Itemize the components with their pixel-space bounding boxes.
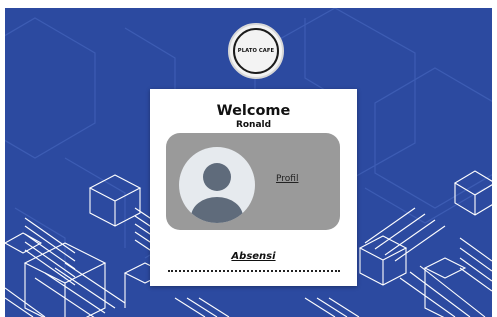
plato-cafe-logo: PLATO CAFE <box>228 23 284 79</box>
profile-panel: Profil <box>166 133 340 230</box>
logo-text: PLATO CAFE <box>233 28 279 74</box>
welcome-heading: Welcome <box>216 103 291 119</box>
user-avatar-icon <box>179 147 255 223</box>
dotted-divider <box>168 270 340 272</box>
absensi-link[interactable]: Absensi <box>150 251 357 262</box>
username-label: Ronald <box>235 120 272 130</box>
profil-link[interactable]: Profil <box>276 174 298 184</box>
welcome-card: Welcome Ronald Profil Absensi <box>150 89 357 286</box>
